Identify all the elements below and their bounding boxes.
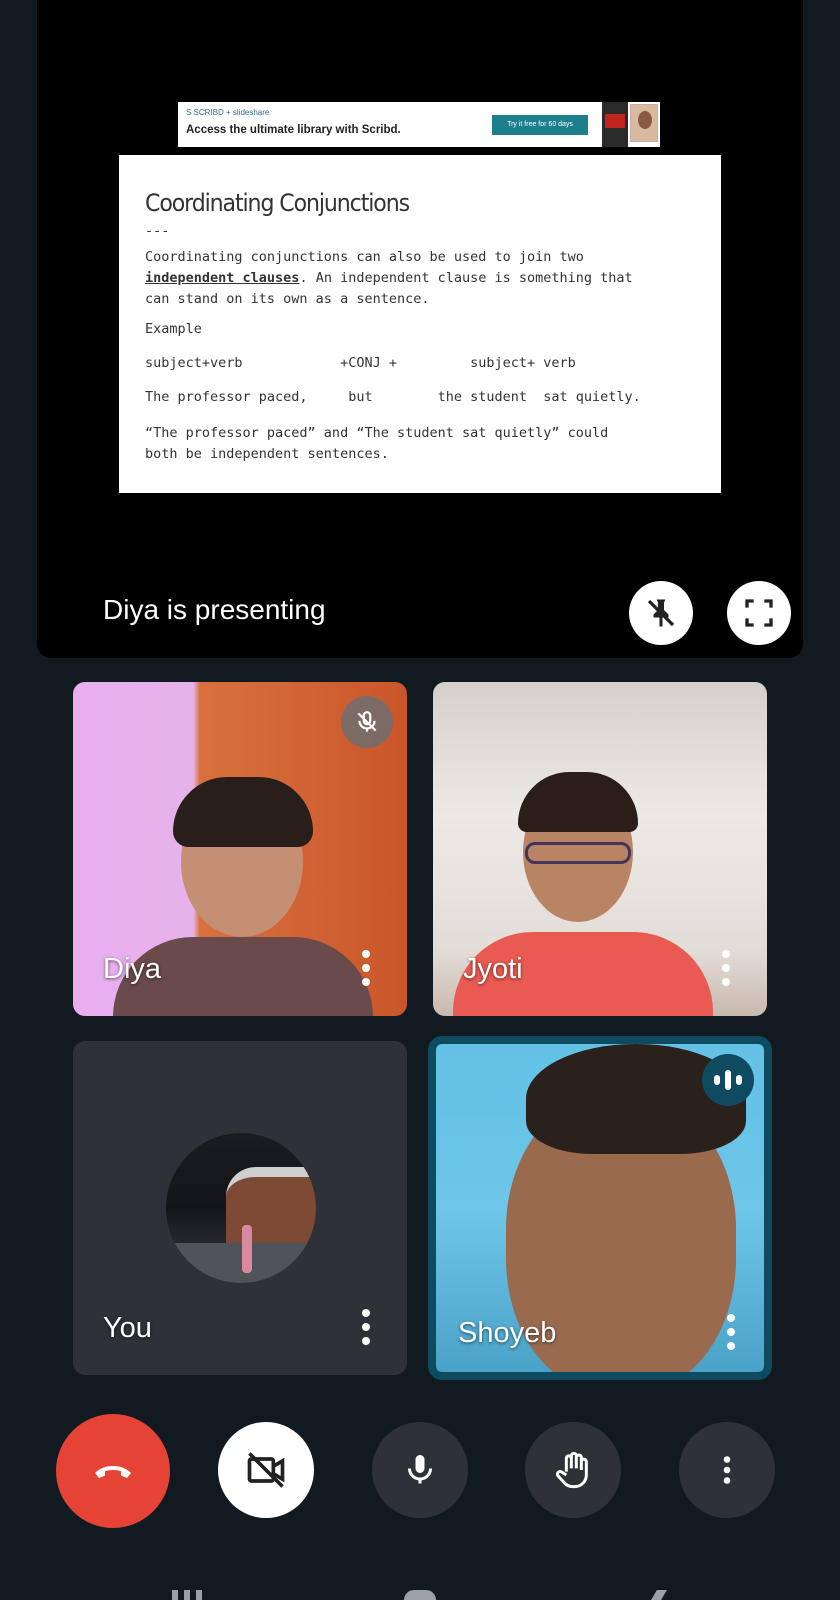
participant-options-button[interactable] — [359, 1309, 373, 1345]
participant-tile-you[interactable]: You — [73, 1041, 407, 1375]
hand-icon — [555, 1451, 588, 1489]
participant-options-button[interactable] — [719, 950, 733, 986]
back-icon[interactable] — [651, 1590, 667, 1600]
system-navigation-bar — [0, 1580, 840, 1600]
recent-apps-icon-bar — [184, 1590, 190, 1600]
participant-glasses — [525, 842, 631, 864]
more-vertical-icon — [723, 1456, 731, 1484]
slide-example-label: Example — [145, 321, 202, 337]
unpin-icon — [647, 599, 675, 627]
raise-hand-button[interactable] — [525, 1422, 621, 1518]
slide-closing-paragraph: “The professor paced” and “The student s… — [145, 425, 609, 462]
ad-cta-button[interactable]: Try it free for 60 days — [492, 115, 588, 135]
participant-tile-jyoti[interactable]: Jyoti — [433, 682, 767, 1016]
mic-off-icon — [357, 711, 377, 732]
phone-hang-up-icon — [95, 1466, 131, 1478]
shared-slide: Coordinating Conjunctions --- Coordinati… — [119, 155, 721, 493]
slide-example-row-pattern: subject+verb +CONJ + subject+ verb — [145, 355, 576, 371]
recent-apps-icon-bar — [196, 1590, 202, 1600]
unpin-button[interactable] — [629, 581, 693, 645]
muted-badge — [341, 696, 393, 748]
ad-tagline: Access the ultimate library with Scribd. — [186, 124, 401, 136]
ad-banner[interactable]: S SCRIBD + slideshare Access the ultimat… — [178, 102, 660, 147]
ad-thumbnail-person — [630, 104, 658, 142]
participant-tile-shoyeb[interactable]: Shoyeb — [428, 1036, 772, 1380]
microphone-icon — [408, 1455, 432, 1484]
avatar — [166, 1133, 316, 1283]
participant-tile-diya[interactable]: Diya — [73, 682, 407, 1016]
slide-example-row-sentence: The professor paced, but the student sat… — [145, 389, 641, 405]
participant-hair — [518, 772, 638, 832]
slide-paragraph: Coordinating conjunctions can also be us… — [145, 249, 633, 307]
more-options-button[interactable] — [679, 1422, 775, 1518]
recent-apps-icon[interactable] — [172, 1590, 178, 1600]
participant-hair — [173, 777, 313, 847]
presentation-stage: S SCRIBD + slideshare Access the ultimat… — [37, 0, 803, 658]
fullscreen-button[interactable] — [727, 581, 791, 645]
presenting-status: Diya is presenting — [103, 594, 326, 625]
participant-name: Diya — [103, 953, 162, 985]
slide-divider: --- — [145, 223, 170, 239]
speaking-indicator — [702, 1054, 754, 1106]
participant-options-button[interactable] — [359, 950, 373, 986]
participant-name: Jyoti — [463, 953, 523, 985]
slide-bold-term: independent clauses — [145, 270, 300, 286]
ad-thumbnail-ted — [602, 102, 628, 147]
hang-up-button[interactable] — [56, 1414, 170, 1528]
camera-toggle-button[interactable] — [218, 1422, 314, 1518]
participant-name: You — [103, 1312, 152, 1344]
home-icon[interactable] — [404, 1590, 436, 1600]
microphone-button[interactable] — [372, 1422, 468, 1518]
fullscreen-icon — [745, 599, 773, 627]
slide-title: Coordinating Conjunctions — [145, 189, 410, 217]
participant-options-button[interactable] — [724, 1314, 738, 1350]
camera-off-icon — [247, 1452, 285, 1488]
participant-name: Shoyeb — [458, 1317, 557, 1349]
ad-brand: S SCRIBD + slideshare — [186, 108, 270, 117]
